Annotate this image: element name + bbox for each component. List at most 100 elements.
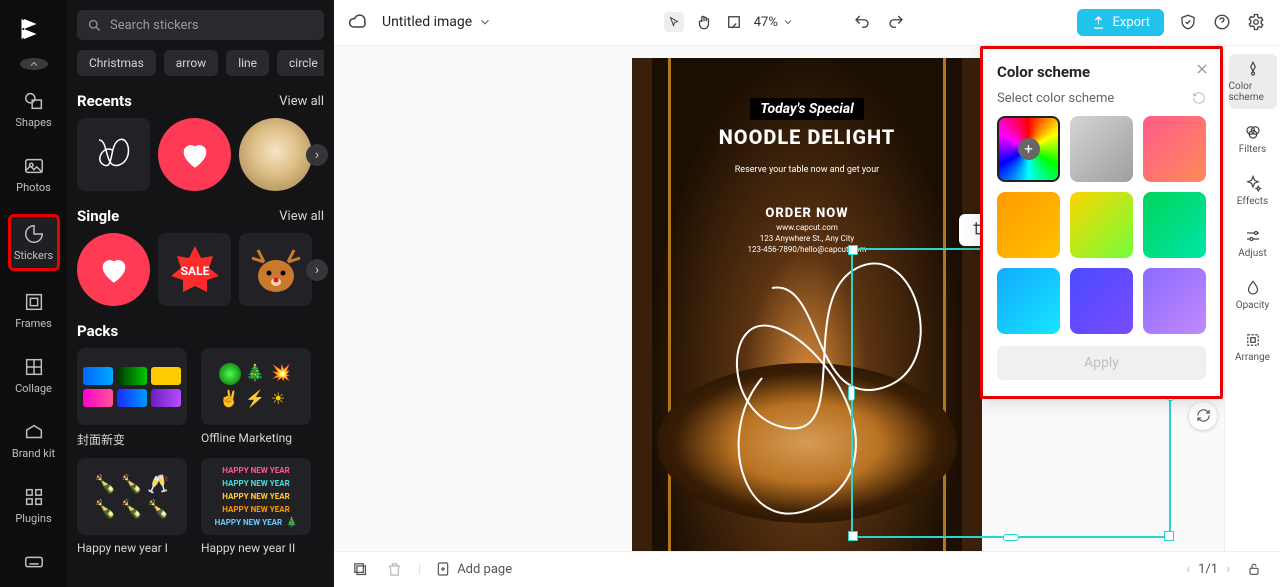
settings-icon[interactable] bbox=[1246, 12, 1266, 32]
export-button[interactable]: Export bbox=[1077, 9, 1164, 36]
rtab-label: Arrange bbox=[1235, 352, 1270, 363]
sticker-thumb[interactable] bbox=[158, 118, 231, 191]
nav-shapes[interactable]: Shapes bbox=[8, 84, 60, 135]
rtab-label: Filters bbox=[1239, 144, 1267, 155]
app-logo[interactable] bbox=[19, 14, 49, 44]
crop-tool[interactable] bbox=[724, 12, 744, 32]
pack-label: Happy new year II bbox=[201, 541, 311, 555]
rtab-arrange[interactable]: Arrange bbox=[1229, 325, 1277, 369]
viewall-single[interactable]: View all bbox=[279, 209, 324, 224]
chevron-down-icon bbox=[478, 15, 492, 29]
rtab-opacity[interactable]: Opacity bbox=[1229, 273, 1277, 317]
zoom-level[interactable]: 47% bbox=[754, 15, 794, 30]
sticker-thumb[interactable] bbox=[77, 118, 150, 191]
color-swatch[interactable] bbox=[997, 268, 1060, 334]
nav-brandkit[interactable]: Brand kit bbox=[8, 415, 60, 466]
cloud-icon[interactable] bbox=[348, 12, 368, 32]
reset-icon[interactable] bbox=[1192, 91, 1206, 105]
rtab-colorscheme[interactable]: Color scheme bbox=[1229, 54, 1277, 109]
viewall-recents[interactable]: View all bbox=[279, 94, 324, 109]
color-swatch[interactable] bbox=[997, 192, 1060, 258]
popup-sub: Select color scheme bbox=[997, 91, 1114, 106]
stickers-icon bbox=[23, 223, 45, 245]
hero-reserve: Reserve your table now and get your bbox=[632, 165, 982, 177]
nav-label: Brand kit bbox=[12, 447, 55, 460]
refresh-button[interactable] bbox=[1189, 402, 1217, 430]
search-placeholder: Search stickers bbox=[110, 18, 199, 33]
sticker-thumb[interactable] bbox=[77, 233, 150, 306]
keyboard-icon bbox=[23, 551, 45, 573]
shapes-icon bbox=[23, 90, 45, 112]
photos-icon bbox=[23, 155, 45, 177]
sticker-thumb[interactable] bbox=[239, 118, 312, 191]
nav-label: Stickers bbox=[14, 249, 53, 262]
rtab-label: Adjust bbox=[1238, 248, 1267, 259]
tag-line[interactable]: line bbox=[226, 50, 269, 76]
nav-label: Photos bbox=[16, 181, 51, 194]
nav-frames[interactable]: Frames bbox=[8, 285, 60, 336]
color-scheme-popup: Color scheme Select color scheme Apply bbox=[980, 46, 1223, 399]
nav-collage[interactable]: Collage bbox=[8, 350, 60, 401]
hero-addr: 123 Anywhere St., Any City bbox=[632, 234, 982, 243]
hero-www: www.capcut.com bbox=[632, 223, 982, 232]
search-icon bbox=[87, 18, 102, 33]
sticker-thumb[interactable] bbox=[239, 233, 312, 306]
pack-thumb[interactable]: HAPPY NEW YEAR HAPPY NEW YEAR HAPPY NEW … bbox=[201, 458, 311, 535]
brandkit-icon bbox=[23, 421, 45, 443]
recent-circle-icon[interactable] bbox=[20, 58, 48, 70]
rtab-label: Color scheme bbox=[1229, 81, 1277, 103]
color-swatch[interactable] bbox=[1143, 192, 1206, 258]
svg-text:SALE: SALE bbox=[180, 264, 209, 278]
prev-page[interactable]: ‹ bbox=[1186, 562, 1190, 577]
rtab-label: Effects bbox=[1237, 196, 1268, 207]
section-recents-title: Recents bbox=[77, 92, 132, 110]
pack-thumb[interactable] bbox=[77, 348, 187, 425]
lock-icon[interactable] bbox=[1244, 559, 1264, 579]
layers-icon[interactable] bbox=[350, 559, 370, 579]
nav-keyboard[interactable] bbox=[8, 545, 60, 579]
nav-stickers[interactable]: Stickers bbox=[8, 214, 60, 271]
rtab-filters[interactable]: Filters bbox=[1229, 117, 1277, 161]
next-page[interactable]: › bbox=[1226, 562, 1230, 577]
tag-arrow[interactable]: arrow bbox=[164, 50, 218, 76]
redo-button[interactable] bbox=[886, 12, 906, 32]
hero-noodle: NOODLE DELIGHT bbox=[632, 125, 982, 149]
pack-label: Happy new year I bbox=[77, 541, 187, 555]
sticker-thumb[interactable]: SALE bbox=[158, 233, 231, 306]
section-packs-title: Packs bbox=[77, 322, 118, 340]
color-swatch[interactable] bbox=[1070, 268, 1133, 334]
color-swatch[interactable] bbox=[1143, 268, 1206, 334]
frames-icon bbox=[23, 291, 45, 313]
color-swatch[interactable] bbox=[1070, 116, 1133, 182]
close-icon[interactable] bbox=[1194, 61, 1210, 81]
page-count: 1/1 bbox=[1198, 562, 1218, 577]
nav-label: Frames bbox=[15, 317, 52, 330]
hero-todays: Today's Special bbox=[750, 98, 864, 120]
search-input[interactable]: Search stickers bbox=[77, 10, 324, 40]
tag-circle[interactable]: circle bbox=[277, 50, 324, 76]
hand-tool[interactable] bbox=[694, 12, 714, 32]
apply-button[interactable]: Apply bbox=[997, 346, 1206, 380]
help-icon[interactable] bbox=[1212, 12, 1232, 32]
add-page-button[interactable]: Add page bbox=[435, 561, 512, 577]
pack-thumb[interactable]: 🍾🍾🥂 🍾🍾🍾 bbox=[77, 458, 187, 535]
pack-thumb[interactable]: 🎄 💥 ✌ ⚡ ☀ bbox=[201, 348, 311, 425]
section-single-title: Single bbox=[77, 207, 119, 225]
pack-label: 封面新变 bbox=[77, 431, 187, 448]
nav-photos[interactable]: Photos bbox=[8, 149, 60, 200]
nav-plugins[interactable]: Plugins bbox=[8, 480, 60, 531]
trash-icon[interactable] bbox=[384, 559, 404, 579]
rtab-adjust[interactable]: Adjust bbox=[1229, 221, 1277, 265]
rtab-effects[interactable]: Effects bbox=[1229, 169, 1277, 213]
pack-label: Offline Marketing bbox=[201, 431, 311, 445]
color-swatch[interactable] bbox=[1070, 192, 1133, 258]
color-wheel[interactable] bbox=[997, 116, 1060, 182]
cursor-tool[interactable] bbox=[664, 12, 684, 32]
next-recents[interactable]: › bbox=[306, 144, 328, 166]
doc-title[interactable]: Untitled image bbox=[382, 14, 492, 30]
next-single[interactable]: › bbox=[306, 259, 328, 281]
shield-icon[interactable] bbox=[1178, 12, 1198, 32]
color-swatch[interactable] bbox=[1143, 116, 1206, 182]
tag-christmas[interactable]: Christmas bbox=[77, 50, 156, 76]
undo-button[interactable] bbox=[852, 12, 872, 32]
